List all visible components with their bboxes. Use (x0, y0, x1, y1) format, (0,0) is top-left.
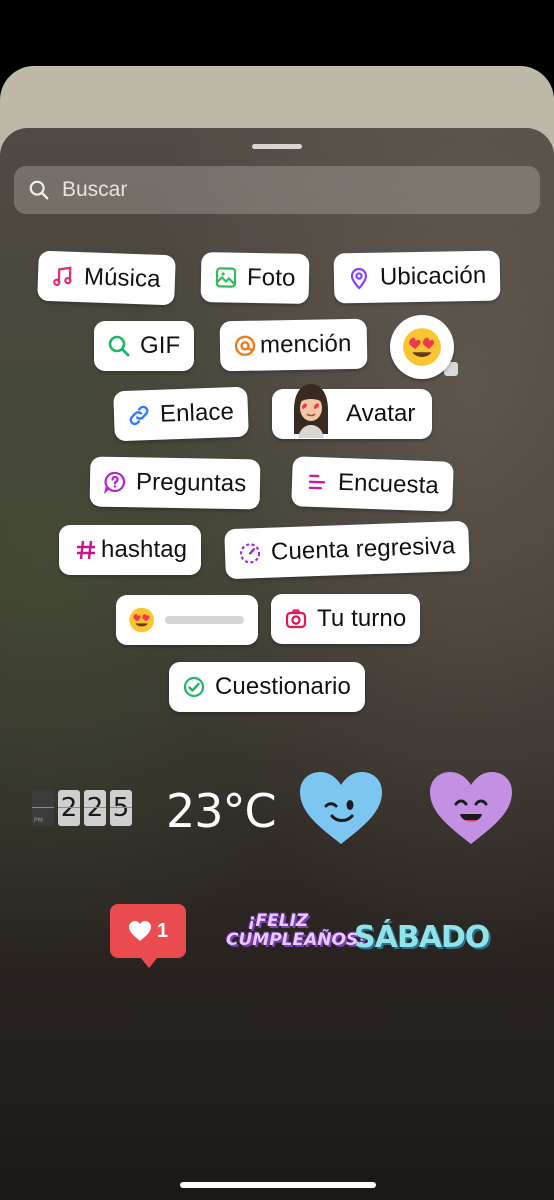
avatar-sticker-button[interactable]: Avatar (272, 384, 432, 439)
music-note-icon (50, 263, 77, 290)
mention-sticker-button[interactable]: mención (219, 318, 368, 372)
poll-bars-icon (304, 469, 331, 496)
photo-icon (213, 264, 239, 290)
sheet-grabber-handle[interactable] (252, 144, 302, 149)
quiz-sticker-label: Cuestionario (215, 673, 351, 700)
poll-sticker-button[interactable]: Encuesta (291, 456, 454, 512)
birthday-sticker[interactable]: ¡FELIZ CUMPLEAÑOS! (226, 911, 366, 950)
camera-icon (283, 606, 309, 632)
heart-icon (128, 921, 151, 941)
likes-sticker[interactable]: 1 (110, 904, 186, 968)
photo-sticker-button[interactable]: Foto (200, 252, 310, 304)
countdown-timer-icon (237, 540, 264, 567)
gif-sticker-label: GIF (140, 332, 181, 359)
countdown-sticker-label: Cuenta regresiva (270, 532, 456, 566)
countdown-sticker-button[interactable]: Cuenta regresiva (224, 520, 471, 580)
temperature-sticker[interactable]: 23°C (166, 784, 277, 838)
weekday-sticker[interactable]: SÁBADO (354, 920, 490, 955)
location-pin-icon (346, 265, 372, 291)
questions-sticker-label: Preguntas (135, 468, 247, 498)
question-bubble-icon (102, 469, 128, 495)
check-circle-icon (181, 674, 207, 700)
gif-sticker-button[interactable]: GIF (94, 321, 195, 371)
avatar-icon (294, 384, 328, 438)
clock-ampm-label: PM (34, 817, 43, 824)
poll-sticker-label: Encuesta (337, 468, 440, 500)
gif-search-icon (106, 333, 132, 359)
your-turn-sticker-button[interactable]: Tu turno (271, 594, 421, 644)
your-turn-sticker-label: Tu turno (317, 605, 407, 632)
link-icon (126, 402, 153, 429)
clock-digit: 5 (110, 790, 132, 826)
heart-eyes-emoji-icon (403, 328, 441, 366)
home-indicator (180, 1182, 376, 1188)
mention-sticker-label: mención (259, 329, 352, 359)
emoji-slider-sticker-button[interactable] (116, 595, 258, 645)
purple-heart-smile-sticker[interactable] (428, 770, 514, 846)
music-sticker-button[interactable]: Música (37, 250, 176, 306)
search-icon (29, 180, 49, 200)
avatar-sticker-label: Avatar (346, 400, 416, 427)
photo-sticker-label: Foto (246, 263, 296, 292)
music-sticker-label: Música (83, 263, 162, 293)
clock-ampm-tile: PM (32, 790, 54, 826)
location-sticker-label: Ubicación (379, 261, 487, 291)
link-sticker-label: Enlace (159, 398, 235, 428)
search-input[interactable] (60, 177, 504, 203)
birthday-line-2: CUMPLEAÑOS! (226, 930, 366, 950)
clock-digit: 2 (84, 790, 106, 826)
questions-sticker-button[interactable]: Preguntas (89, 456, 261, 510)
hashtag-sticker-label: hashtag (101, 536, 188, 563)
birthday-line-1: ¡FELIZ (247, 911, 309, 931)
search-bar[interactable] (14, 166, 540, 214)
emoji-slider-track (165, 616, 244, 624)
location-sticker-button[interactable]: Ubicación (333, 250, 501, 304)
hashtag-sticker-button[interactable]: hashtag (59, 525, 202, 575)
emoji-reaction-sticker-button[interactable] (390, 315, 454, 379)
quiz-sticker-button[interactable]: Cuestionario (169, 662, 365, 712)
clock-digit: 2 (58, 790, 80, 826)
heart-eyes-emoji-icon (129, 607, 154, 633)
hashtag-icon (73, 537, 99, 563)
time-sticker[interactable]: PM 2 2 5 (32, 790, 132, 826)
link-sticker-button[interactable]: Enlace (113, 386, 249, 442)
threads-icon (232, 333, 258, 359)
blue-heart-wink-sticker[interactable] (298, 770, 384, 846)
likes-count: 1 (156, 919, 169, 942)
